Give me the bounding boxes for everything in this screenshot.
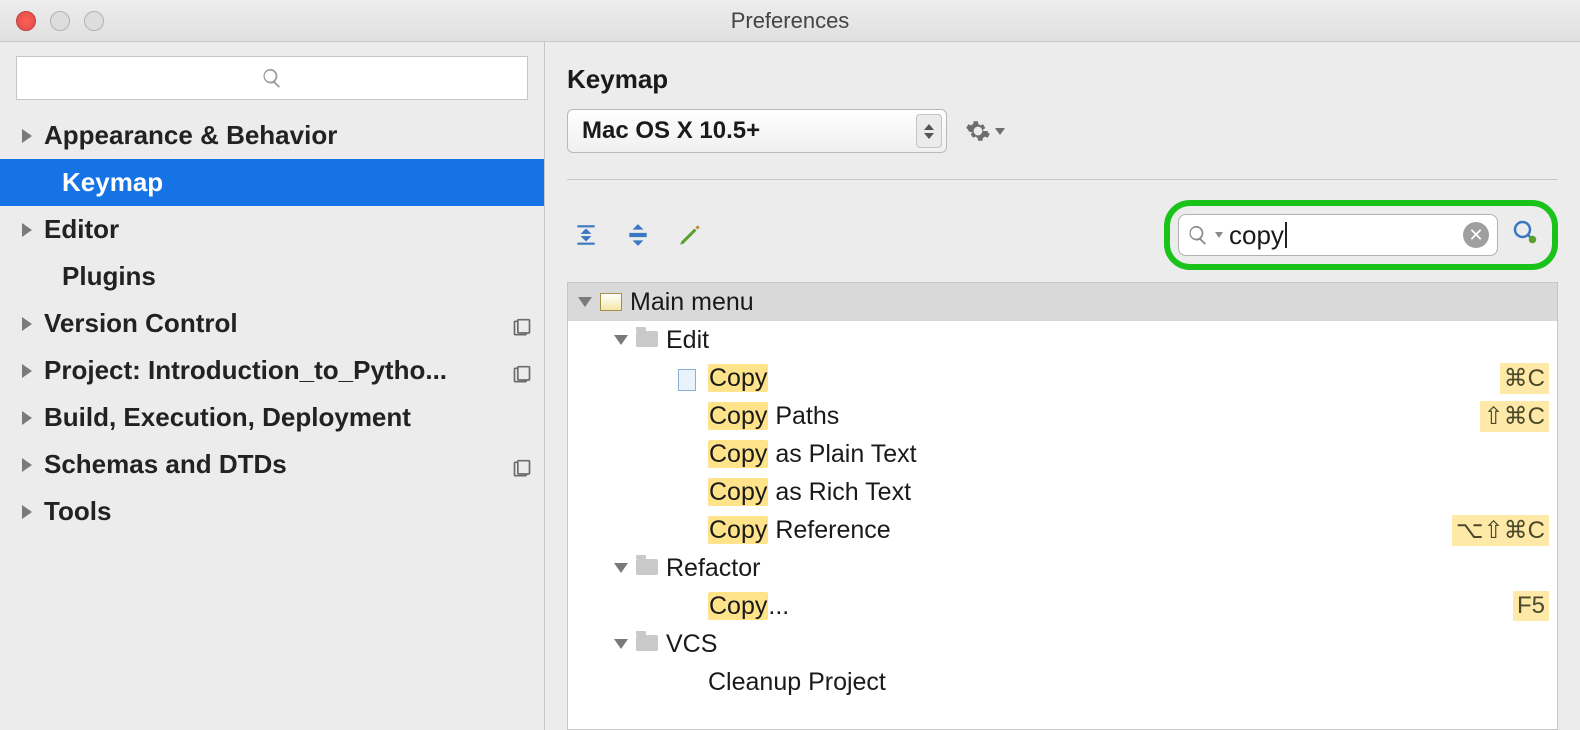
chevron-right-icon — [22, 223, 32, 237]
chevron-right-icon — [22, 317, 32, 331]
settings-nav: Appearance & Behavior Keymap Editor Plug… — [0, 110, 544, 730]
chevron-down-icon — [578, 297, 592, 307]
chevron-right-icon — [22, 458, 32, 472]
action-tree[interactable]: Main menu Edit Copy ⌘C Copy Paths ⇧⌘C — [567, 282, 1558, 730]
project-scope-icon — [512, 361, 532, 381]
tree-action-refactor-copy[interactable]: Copy... F5 — [568, 587, 1557, 625]
chevron-down-icon — [1215, 232, 1223, 238]
find-by-shortcut-button[interactable] — [1510, 217, 1540, 253]
tree-group-vcs[interactable]: VCS — [568, 625, 1557, 663]
nav-appearance-behavior[interactable]: Appearance & Behavior — [0, 112, 544, 159]
nav-tools[interactable]: Tools — [0, 488, 544, 535]
nav-label: Plugins — [62, 261, 156, 292]
tree-action-copy-rich[interactable]: Copy as Rich Text — [568, 473, 1557, 511]
action-label: Cleanup Project — [708, 668, 886, 696]
nav-label: Tools — [44, 496, 111, 527]
match-highlight: Copy — [708, 364, 768, 392]
project-scope-icon — [512, 314, 532, 334]
expand-all-button[interactable] — [571, 220, 601, 250]
tree-root-row[interactable]: Main menu — [568, 283, 1557, 321]
shortcut-badge: F5 — [1513, 591, 1549, 621]
nav-keymap[interactable]: Keymap — [0, 159, 544, 206]
action-search-box[interactable]: copy ✕ — [1178, 214, 1498, 256]
tree-group-refactor[interactable]: Refactor — [568, 549, 1557, 587]
action-label: Reference — [768, 516, 890, 544]
shortcut-badge: ⌥⇧⌘C — [1452, 515, 1549, 546]
keymap-scheme-select[interactable]: Mac OS X 10.5+ — [567, 109, 947, 153]
tree-root-label: Main menu — [630, 288, 754, 317]
nav-label: Build, Execution, Deployment — [44, 402, 411, 433]
search-icon — [261, 67, 283, 89]
project-scope-icon — [512, 455, 532, 475]
match-highlight: Copy — [708, 516, 768, 544]
tree-group-edit[interactable]: Edit — [568, 321, 1557, 359]
select-value: Mac OS X 10.5+ — [582, 117, 760, 145]
titlebar: Preferences — [0, 0, 1580, 42]
tree-group-label: Edit — [666, 326, 709, 355]
main-panel: Keymap Mac OS X 10.5+ — [545, 42, 1580, 730]
nav-label: Editor — [44, 214, 119, 245]
chevron-right-icon — [22, 505, 32, 519]
keymap-toolbar: copy ✕ — [567, 190, 1580, 282]
tree-group-label: Refactor — [666, 554, 760, 583]
chevron-right-icon — [22, 129, 32, 143]
action-label: ... — [768, 592, 789, 620]
action-label: as Plain Text — [768, 440, 916, 468]
page-title: Keymap — [567, 64, 1580, 95]
chevron-right-icon — [22, 411, 32, 425]
nav-project[interactable]: Project: Introduction_to_Pytho... — [0, 347, 544, 394]
menu-icon — [600, 293, 622, 311]
gear-icon — [965, 118, 991, 144]
clear-search-button[interactable]: ✕ — [1463, 222, 1489, 248]
match-highlight: Copy — [708, 402, 768, 430]
match-highlight: Copy — [708, 592, 768, 620]
nav-schemas-dtds[interactable]: Schemas and DTDs — [0, 441, 544, 488]
collapse-all-button[interactable] — [623, 220, 653, 250]
chevron-down-icon — [995, 128, 1005, 135]
nav-editor[interactable]: Editor — [0, 206, 544, 253]
search-icon — [1187, 224, 1209, 246]
chevron-right-icon — [22, 364, 32, 378]
tree-action-copy-plain[interactable]: Copy as Plain Text — [568, 435, 1557, 473]
match-highlight: Copy — [708, 440, 768, 468]
nav-label: Project: Introduction_to_Pytho... — [44, 355, 447, 386]
edit-shortcut-button[interactable] — [675, 220, 705, 250]
file-icon — [678, 369, 700, 387]
action-label: Paths — [768, 402, 839, 430]
folder-icon — [636, 635, 658, 653]
nav-label: Schemas and DTDs — [44, 449, 287, 480]
match-highlight: Copy — [708, 478, 768, 506]
chevron-down-icon — [614, 563, 628, 573]
shortcut-badge: ⌘C — [1500, 363, 1549, 394]
nav-label: Keymap — [62, 167, 163, 198]
shortcut-badge: ⇧⌘C — [1480, 401, 1549, 432]
search-highlight: copy ✕ — [1164, 200, 1558, 270]
sidebar-search-input[interactable] — [16, 56, 528, 100]
stepper-icon — [916, 114, 942, 148]
divider — [567, 179, 1558, 180]
settings-sidebar: Appearance & Behavior Keymap Editor Plug… — [0, 42, 545, 730]
tree-action-copy-reference[interactable]: Copy Reference ⌥⇧⌘C — [568, 511, 1557, 549]
tree-action-copy-paths[interactable]: Copy Paths ⇧⌘C — [568, 397, 1557, 435]
tree-action-copy[interactable]: Copy ⌘C — [568, 359, 1557, 397]
tree-action-cleanup-project[interactable]: Cleanup Project — [568, 663, 1557, 701]
chevron-down-icon — [614, 639, 628, 649]
chevron-down-icon — [614, 335, 628, 345]
folder-icon — [636, 559, 658, 577]
nav-plugins[interactable]: Plugins — [0, 253, 544, 300]
nav-label: Appearance & Behavior — [44, 120, 337, 151]
nav-label: Version Control — [44, 308, 238, 339]
tree-group-label: VCS — [666, 630, 717, 659]
nav-build-execution-deployment[interactable]: Build, Execution, Deployment — [0, 394, 544, 441]
text-cursor — [1285, 222, 1287, 248]
search-value: copy — [1229, 220, 1284, 251]
window-title: Preferences — [0, 8, 1580, 34]
folder-icon — [636, 331, 658, 349]
nav-version-control[interactable]: Version Control — [0, 300, 544, 347]
keymap-actions-button[interactable] — [965, 118, 1005, 144]
action-label: as Rich Text — [768, 478, 911, 506]
